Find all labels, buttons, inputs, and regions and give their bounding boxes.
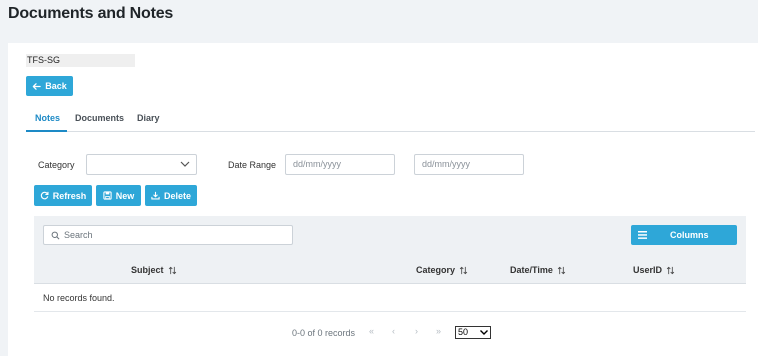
refresh-icon <box>40 191 49 200</box>
refresh-button[interactable]: Refresh <box>34 185 92 206</box>
tab-diary[interactable]: Diary <box>137 113 160 123</box>
tab-bar: Notes Documents Diary <box>26 107 755 132</box>
next-page-button[interactable]: › <box>415 326 418 336</box>
sort-icon <box>168 266 176 274</box>
category-select[interactable] <box>86 154 197 175</box>
date-range-label: Date Range <box>228 160 277 170</box>
entity-tag: TFS-SG <box>26 54 135 67</box>
table-header: Subject Category Date/Time UserID <box>34 256 746 284</box>
active-tab-indicator <box>26 130 67 132</box>
delete-label: Delete <box>163 190 191 201</box>
search-placeholder: Search <box>64 230 93 240</box>
sort-icon <box>557 266 566 274</box>
list-icon <box>638 231 647 239</box>
column-header-subject[interactable]: Subject <box>131 265 177 275</box>
rows-per-page-select[interactable]: 50 <box>455 326 491 339</box>
back-button-label: Back <box>45 81 67 91</box>
chevron-down-icon <box>480 330 488 335</box>
refresh-label: Refresh <box>52 190 87 201</box>
rows-per-page-value: 50 <box>458 327 469 337</box>
date-from-input[interactable]: dd/mm/yyyy <box>285 154 395 175</box>
back-button[interactable]: Back <box>26 76 73 96</box>
date-to-input[interactable]: dd/mm/yyyy <box>414 154 524 175</box>
last-page-button[interactable]: » <box>436 326 441 336</box>
empty-message: No records found. <box>34 285 746 312</box>
column-header-userid[interactable]: UserID <box>633 265 675 275</box>
tab-notes[interactable]: Notes <box>35 113 60 123</box>
first-page-button[interactable]: « <box>369 326 374 336</box>
prev-page-button[interactable]: ‹ <box>392 326 395 336</box>
search-icon <box>51 231 60 240</box>
columns-label: Columns <box>670 230 709 240</box>
column-header-category[interactable]: Category <box>416 265 468 275</box>
save-icon <box>103 191 112 200</box>
sort-icon <box>459 266 468 274</box>
columns-button[interactable]: Columns <box>631 225 737 245</box>
paginator: 0-0 of 0 records « ‹ › » 50 <box>34 321 746 345</box>
new-button[interactable]: New <box>96 185 141 206</box>
category-label: Category <box>38 160 75 170</box>
delete-button[interactable]: Delete <box>145 185 197 206</box>
chevron-down-icon <box>180 161 190 167</box>
search-input[interactable]: Search <box>43 225 293 245</box>
sort-icon <box>666 266 675 274</box>
table-toolbar: Search Columns <box>34 216 746 256</box>
column-header-datetime[interactable]: Date/Time <box>510 265 566 275</box>
download-icon <box>151 191 160 200</box>
new-label: New <box>115 190 135 201</box>
page-report: 0-0 of 0 records <box>292 328 356 338</box>
tab-documents[interactable]: Documents <box>75 113 124 123</box>
notes-table: Search Columns Subject Category Date/Tim… <box>34 216 746 312</box>
notes-card: TFS-SG Back Notes Documents Diary Catego… <box>8 43 758 356</box>
arrow-left-icon <box>32 82 41 90</box>
page-title: Documents and Notes <box>8 5 174 22</box>
